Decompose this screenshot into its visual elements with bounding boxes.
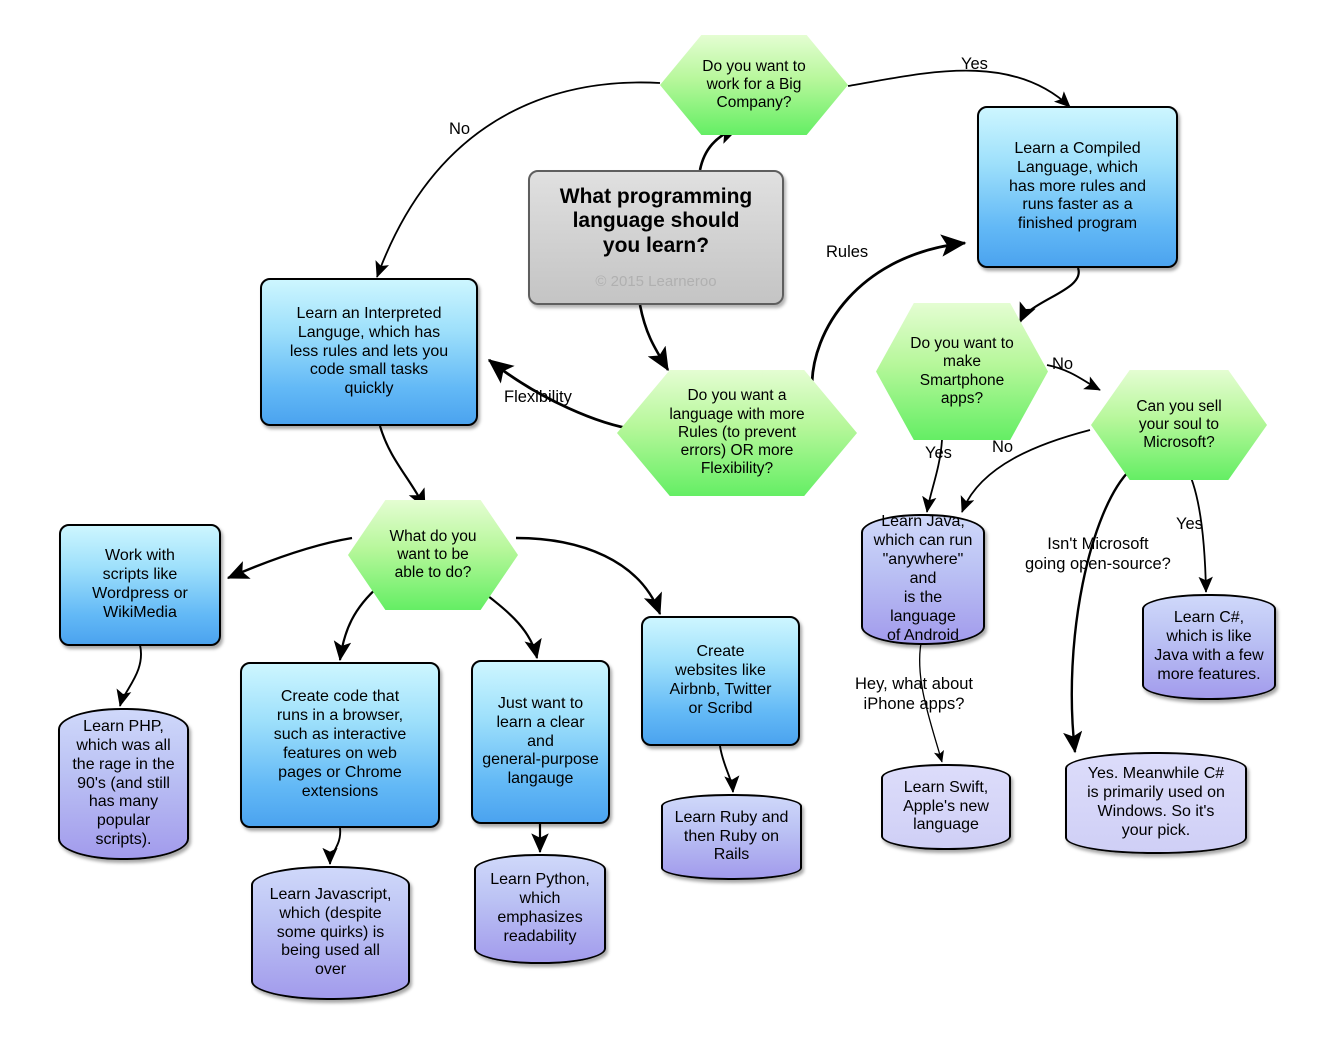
edge-whatdo-to-websites (515, 536, 662, 616)
node-label: Learn PHP, which was all the rage in the… (72, 717, 175, 849)
node-learn-compiled-language[interactable]: Learn a Compiled Language, which has mor… (977, 106, 1178, 268)
edge-label-no-big-company: No (449, 120, 471, 138)
node-learn-python[interactable]: Learn Python, which emphasizes readabili… (474, 854, 606, 964)
copyright-notice: © 2015 Learneroo (595, 272, 717, 290)
node-label: Can you sell your soul to Microsoft? (1136, 397, 1222, 452)
node-label: Do you want to work for a Big Company? (702, 57, 806, 112)
node-learn-swift[interactable]: Learn Swift, Apple's new language (881, 764, 1011, 850)
node-label: Learn Swift, Apple's new language (903, 778, 989, 834)
node-create-websites[interactable]: Create websites like Airbnb, Twitter or … (641, 616, 800, 746)
edge-start-to-rules-flex (638, 304, 670, 372)
node-label: Create websites like Airbnb, Twitter or … (669, 643, 772, 717)
node-label: Do you want a language with more Rules (… (669, 387, 805, 478)
edge-label-smartphone-yes: Yes (925, 444, 952, 462)
edge-label-yes-big-company: Yes (961, 55, 988, 73)
node-label: Just want to learn a clear and general-p… (482, 694, 599, 788)
edge-label-opensource-question: Isn't Microsoft going open-source? (1025, 535, 1171, 573)
edge-interpreted-to-whatdo (378, 425, 426, 509)
node-label: Create code that runs in a browser, such… (273, 688, 407, 800)
node-label: Yes. Meanwhile C# is primarily used on W… (1087, 765, 1225, 839)
node-label: Work with scripts like Wordpress or Wiki… (92, 547, 188, 621)
node-learn-interpreted-language[interactable]: Learn an Interpreted Languge, which has … (260, 278, 478, 426)
edge-label-microsoft-no: No (992, 438, 1014, 456)
node-label: Learn Javascript, which (despite some qu… (269, 885, 392, 979)
edge-scripts-to-php (116, 644, 142, 707)
node-learn-javascript[interactable]: Learn Javascript, which (despite some qu… (251, 866, 410, 1000)
edge-whatdo-to-browser (333, 585, 380, 662)
edge-label-flexibility: Flexibility (504, 388, 572, 406)
edge-label-smartphone-no: No (1052, 355, 1074, 373)
node-question-rules-or-flexibility[interactable]: Do you want a language with more Rules (… (617, 370, 857, 496)
node-learn-php[interactable]: Learn PHP, which was all the rage in the… (58, 708, 189, 860)
node-label: Learn Ruby and then Ruby on Rails (674, 808, 789, 864)
node-question-smartphone-apps[interactable]: Do you want to make Smartphone apps? (876, 303, 1048, 440)
edge-label-iphone-question: Hey, what about iPhone apps? (855, 675, 974, 713)
flowchart-canvas: What programming language should you lea… (0, 0, 1325, 1045)
edge-microsoft-to-answer (1063, 469, 1131, 754)
node-work-with-scripts[interactable]: Work with scripts like Wordpress or Wiki… (59, 524, 221, 646)
start-label: What programming language should you lea… (559, 184, 753, 258)
node-create-browser-code[interactable]: Create code that runs in a browser, such… (240, 662, 440, 828)
node-learn-csharp[interactable]: Learn C#, which is like Java with a few … (1142, 594, 1276, 700)
node-question-sell-soul-microsoft[interactable]: Can you sell your soul to Microsoft? (1091, 370, 1267, 480)
node-label: What do you want to be able to do? (389, 527, 477, 582)
node-label: Learn Java, which can run "anywhere" and… (873, 513, 973, 644)
node-question-what-do-you-want[interactable]: What do you want to be able to do? (348, 500, 518, 610)
node-start[interactable]: What programming language should you lea… (528, 170, 784, 305)
edge-websites-to-ruby (719, 745, 740, 793)
node-label: Learn C#, which is like Java with a few … (1154, 609, 1264, 683)
node-general-purpose-language[interactable]: Just want to learn a clear and general-p… (471, 660, 610, 824)
node-label: Do you want to make Smartphone apps? (910, 334, 1014, 407)
edge-microsoft-no-to-java (960, 429, 1091, 513)
edge-label-microsoft-yes: Yes (1176, 515, 1203, 533)
edge-compiled-to-smartphone (1018, 267, 1080, 324)
edge-yes-to-compiled (847, 69, 1071, 108)
node-label: Learn a Compiled Language, which has mor… (1009, 139, 1146, 233)
node-learn-java[interactable]: Learn Java, which can run "anywhere" and… (861, 513, 985, 645)
node-label: Learn Python, which emphasizes readabili… (490, 871, 590, 945)
node-question-big-company[interactable]: Do you want to work for a Big Company? (660, 35, 848, 135)
node-microsoft-answer[interactable]: Yes. Meanwhile C# is primarily used on W… (1065, 752, 1247, 854)
node-label: Learn an Interpreted Languge, which has … (289, 304, 449, 398)
edge-label-rules: Rules (826, 243, 869, 261)
edge-browser-to-javascript (322, 827, 342, 865)
node-learn-ruby[interactable]: Learn Ruby and then Ruby on Rails (661, 794, 802, 880)
edge-whatdo-to-scripts (226, 536, 353, 580)
